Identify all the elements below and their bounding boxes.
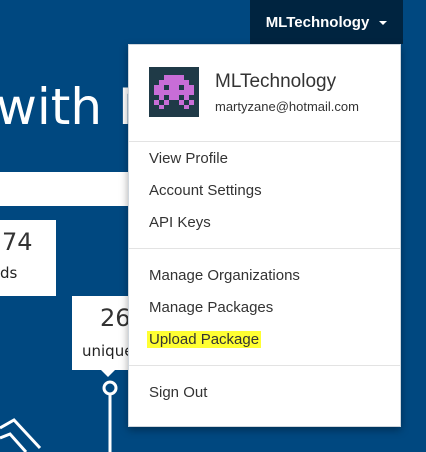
caret-down-icon [379,21,388,25]
profile-name: MLTechnology [215,71,337,92]
stat-label: unique [82,342,134,360]
menu-divider [129,248,400,249]
avatar [149,67,199,117]
menu-item-manage-packages[interactable]: Manage Packages [149,298,273,318]
menu-item-upload-package[interactable]: Upload Package [147,330,262,350]
menu-item-account-settings[interactable]: Account Settings [149,181,262,201]
user-dropdown-menu: MLTechnology martyzane@hotmail.com View … [128,44,401,427]
stat-number: 26 [100,304,131,332]
menu-item-view-profile[interactable]: View Profile [149,149,228,169]
menu-divider [129,141,400,142]
menu-item-sign-out[interactable]: Sign Out [149,383,207,403]
menu-item-manage-organizations[interactable]: Manage Organizations [149,266,300,286]
user-menu-toggle[interactable]: MLTechnology [250,0,403,44]
upload-package-label: Upload Package [147,331,262,348]
profile-email: martyzane@hotmail.com [215,99,359,114]
stat-number: 74 [2,228,33,256]
profile-header[interactable]: MLTechnology martyzane@hotmail.com [149,67,389,123]
menu-divider [129,365,400,366]
background-graphic [0,380,118,452]
menu-item-api-keys[interactable]: API Keys [149,213,211,233]
username-label: MLTechnology [265,13,370,31]
stat-label: ds [0,264,18,282]
stat-card-downloads: 74 ds [0,220,56,296]
space-invader-icon [154,75,194,109]
